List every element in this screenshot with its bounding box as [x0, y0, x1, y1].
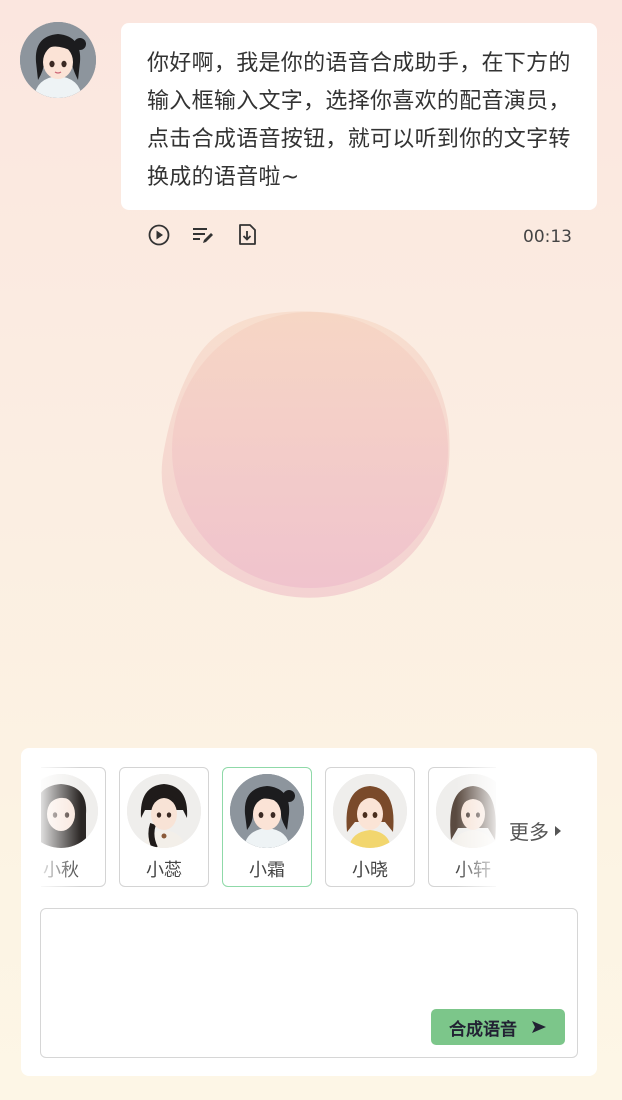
voice-card-xiaoqiu[interactable]: 小秋 — [41, 767, 106, 887]
girl-avatar-icon — [20, 22, 96, 98]
voice-name: 小蕊 — [146, 860, 182, 881]
voice-name: 小霜 — [249, 860, 285, 881]
synthesis-panel: 小秋 小蕊 小霜 小晓 小轩 更多 合成语音 — [21, 748, 597, 1076]
voice-visualizer-blob — [150, 300, 470, 610]
voice-avatar — [333, 774, 407, 848]
voice-name: 小轩 — [455, 860, 491, 881]
message-actions: 00:13 — [146, 222, 576, 250]
edit-text-icon[interactable] — [190, 222, 216, 248]
voice-avatar — [127, 774, 201, 848]
audio-duration: 00:13 — [523, 227, 572, 247]
voice-avatar — [436, 774, 496, 848]
assistant-message-text: 你好啊，我是你的语音合成助手，在下方的输入框输入文字，选择你喜欢的配音演员，点击… — [147, 51, 571, 190]
voice-name: 小晓 — [352, 860, 388, 881]
synthesize-button[interactable]: 合成语音 — [431, 1009, 565, 1045]
voice-card-xiaorui[interactable]: 小蕊 — [119, 767, 209, 887]
assistant-message-bubble: 你好啊，我是你的语音合成助手，在下方的输入框输入文字，选择你喜欢的配音演员，点击… — [121, 23, 597, 210]
text-input-box[interactable]: 合成语音 — [40, 908, 578, 1058]
voice-card-xiaoxuan[interactable]: 小轩 — [428, 767, 496, 887]
voice-card-xiaoxiao[interactable]: 小晓 — [325, 767, 415, 887]
synthesize-label: 合成语音 — [449, 1019, 517, 1040]
send-arrow-icon — [532, 1021, 546, 1033]
voice-selector[interactable]: 小秋 小蕊 小霜 小晓 小轩 — [41, 766, 496, 890]
voice-avatar — [230, 774, 304, 848]
voice-name: 小秋 — [43, 860, 79, 881]
voice-card-xiaoshuang[interactable]: 小霜 — [222, 767, 312, 887]
download-file-icon[interactable] — [234, 222, 260, 248]
voice-avatar — [41, 774, 98, 848]
caret-right-icon — [555, 825, 561, 836]
play-circle-icon[interactable] — [146, 222, 172, 248]
more-label: 更多 — [509, 820, 549, 844]
more-voices-button[interactable]: 更多 — [509, 816, 561, 845]
assistant-avatar — [20, 22, 96, 98]
